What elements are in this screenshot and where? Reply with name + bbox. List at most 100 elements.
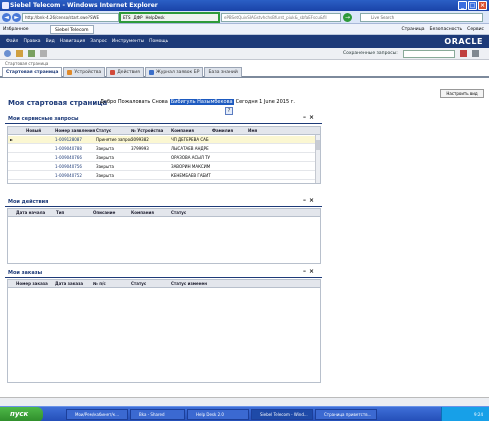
toolbar-item[interactable]: HelpDesk (146, 15, 165, 20)
section-divider (5, 123, 322, 124)
col-order-date[interactable]: Дата заказа (55, 280, 83, 288)
tab-activities[interactable]: Действия (106, 67, 144, 77)
cell-number[interactable]: 1-009128087 (55, 136, 82, 144)
home-icon[interactable] (4, 50, 11, 57)
tab-home[interactable]: Стартовая страница (2, 67, 63, 77)
grid-scrollbar[interactable] (315, 135, 320, 183)
cell-status: Принятие запрос (96, 137, 133, 142)
go-icon[interactable]: → (343, 13, 352, 22)
col-lastname[interactable]: Фамилия (212, 127, 233, 135)
cell-company: ЗАВОРИН МАКСИМ (171, 164, 211, 169)
taskbar-item-active[interactable]: Siebel Telecom - Wind... (251, 409, 313, 420)
col-device[interactable]: № Устройства (131, 127, 163, 135)
section-divider (5, 206, 322, 207)
cell-status: Закрыта (96, 173, 114, 178)
col-start-date[interactable]: Дата начала (16, 209, 45, 217)
cell-number[interactable]: 1-009040756 (55, 163, 82, 171)
tab-requests-log[interactable]: Журнал заявок БР (144, 67, 204, 77)
activities-grid: Дата начала Тип Описание Компания Статус (7, 208, 321, 264)
col-order-number[interactable]: Номер заказа (16, 280, 48, 288)
system-tray-clock[interactable]: 9:24 (441, 407, 489, 421)
settings-icon[interactable] (40, 50, 47, 57)
address-bar: ◄ ► http://bnk-4.26/censo/start.swe?SWE … (0, 11, 489, 24)
activities-title: Мои действия (8, 199, 49, 205)
minimize-icon[interactable]: – (303, 268, 306, 275)
screen-tabs: Стартовая страница Устройства Действия Ж… (0, 67, 489, 78)
table-row[interactable]: ► 1-009128087 Принятие запрос 3099382 ЧП… (8, 136, 320, 144)
breadcrumb[interactable]: Стартовая страница (5, 60, 48, 67)
tools-menu[interactable]: Сервис (467, 24, 484, 35)
search-input[interactable]: Live Search (360, 13, 483, 22)
saved-queries-select[interactable] (403, 50, 455, 58)
tab-label: Устройства (74, 69, 102, 75)
table-row[interactable]: 1-009040788 Закрыта 3799993 ЛЫСАТАЕВ АНД… (8, 145, 320, 153)
options-icon[interactable] (472, 50, 479, 57)
menu-file[interactable]: Файл (6, 35, 18, 48)
col-ps-number[interactable]: № п/с (93, 280, 106, 288)
menu-help[interactable]: Помощь (149, 35, 168, 48)
menu-tools[interactable]: Инструменты (112, 35, 144, 48)
menu-query[interactable]: Запрос (90, 35, 107, 48)
maximize-button[interactable]: □ (468, 1, 477, 10)
minimize-icon[interactable]: – (303, 114, 306, 121)
service-requests-grid: Новый Номер заявления Статус № Устройств… (7, 126, 321, 184)
col-status[interactable]: Статус (96, 127, 111, 135)
cell-status: Закрыта (96, 164, 114, 169)
tab-label: Журнал заявок БР (155, 69, 200, 75)
toolbar-item[interactable]: ДФР (134, 15, 143, 20)
tab-devices[interactable]: Устройства (63, 67, 106, 77)
close-button[interactable]: × (478, 1, 487, 10)
taskbar-item[interactable]: Мои/Рем/кабинет/к... (66, 409, 128, 420)
browser-tab[interactable]: Siebel Telecom (50, 25, 94, 34)
cell-number[interactable]: 1-009040752 (55, 172, 82, 180)
col-company[interactable]: Компания (171, 127, 194, 135)
taskbar-item[interactable]: Bka - Shared (130, 409, 185, 420)
window-titlebar: Siebel Telecom - Windows Internet Explor… (0, 0, 489, 11)
favorites-bar: Избранное Siebel Telecom Страница Безопа… (0, 24, 489, 35)
cell-number[interactable]: 1-009040788 (55, 145, 82, 153)
col-firstname[interactable]: Имя (248, 127, 257, 135)
close-icon[interactable]: × (309, 197, 314, 204)
col-status[interactable]: Статус (131, 280, 146, 288)
close-icon[interactable]: × (309, 114, 314, 121)
col-status-changed[interactable]: Статус изменен (171, 280, 207, 288)
url-input[interactable]: http://bnk-4.26/censo/start.swe?SWE (22, 13, 119, 22)
grid-header: Новый Номер заявления Статус № Устройств… (8, 127, 320, 135)
back-icon[interactable]: ◄ (2, 13, 11, 22)
menu-edit[interactable]: Правка (23, 35, 40, 48)
customize-view-button[interactable]: Настроить вид (440, 89, 484, 98)
taskbar-item[interactable]: Help Desk 2.0 (187, 409, 249, 420)
cell-company: ЛЫСАТАЕВ АНДРЕ (171, 146, 209, 151)
security-menu[interactable]: Безопасность (430, 24, 463, 35)
menu-navigation[interactable]: Навигация (60, 35, 86, 48)
menu-view[interactable]: Вид (46, 35, 55, 48)
col-status[interactable]: Статус (171, 209, 186, 217)
print-icon[interactable] (16, 50, 23, 57)
scroll-thumb[interactable] (316, 140, 320, 150)
col-new[interactable]: Новый (26, 127, 41, 135)
taskbar-item[interactable]: Страница приветств... (315, 409, 377, 420)
table-row[interactable]: 1-009040752 Закрыта КЕНЕМБАЕВ ГАБИТ (8, 172, 320, 180)
col-number[interactable]: Номер заявления (55, 127, 95, 135)
table-row[interactable]: 1-009040756 Закрыта ЗАВОРИН МАКСИМ (8, 163, 320, 171)
toolbar-item[interactable]: ETS (123, 15, 131, 20)
section-controls: – × (303, 114, 314, 121)
oracle-logo: ORACLE (444, 37, 483, 46)
favorites-button[interactable]: Избранное (3, 24, 29, 35)
query-icon[interactable] (460, 50, 467, 57)
col-description[interactable]: Описание (93, 209, 115, 217)
cell-company: КЕНЕМБАЕВ ГАБИТ (171, 173, 211, 178)
tab-knowledge-base[interactable]: База знаний (204, 67, 242, 77)
close-icon[interactable]: × (309, 268, 314, 275)
col-type[interactable]: Тип (56, 209, 64, 217)
minimize-button[interactable]: _ (458, 1, 467, 10)
start-button[interactable]: пуск (0, 407, 43, 421)
refresh-icon[interactable] (28, 50, 35, 57)
page-menu[interactable]: Страница (401, 24, 424, 35)
table-row[interactable]: 1-009040766 Закрыта ОРАЗОВА АСЫЛ ТУ (8, 154, 320, 162)
help-icon[interactable]: ? (225, 107, 233, 115)
cell-number[interactable]: 1-009040766 (55, 154, 82, 162)
minimize-icon[interactable]: – (303, 197, 306, 204)
forward-icon[interactable]: ► (12, 13, 21, 22)
col-company[interactable]: Компания (131, 209, 154, 217)
